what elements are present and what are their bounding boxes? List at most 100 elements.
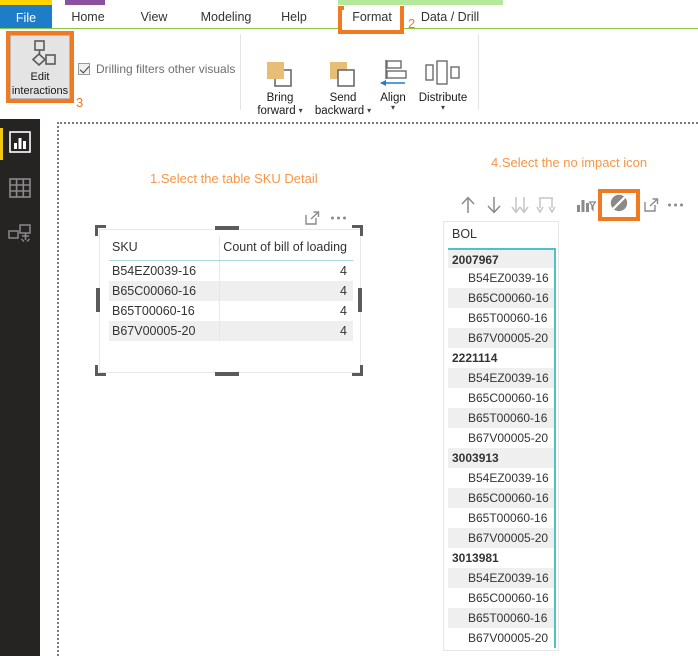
selection-handle-top-right[interactable] xyxy=(352,225,363,236)
filter-chart-icon[interactable] xyxy=(573,192,599,218)
send-backward-label-line2: backward xyxy=(314,105,365,117)
tab-help[interactable]: Help xyxy=(273,5,315,29)
tab-format[interactable]: Format xyxy=(344,5,400,29)
more-options-icon[interactable] xyxy=(667,202,684,208)
expand-all-down-icon[interactable] xyxy=(507,192,533,218)
send-backward-label-line1: Send xyxy=(329,92,357,104)
bol-child-row[interactable]: B65C00060-16 xyxy=(448,288,556,308)
ribbon-body: Edit interactions 3 Drilling filters oth… xyxy=(0,29,698,145)
bring-forward-icon xyxy=(264,57,296,91)
bol-child-row[interactable]: B65T00060-16 xyxy=(448,408,556,428)
table-header-row: SKU Count of bill of loading xyxy=(109,236,353,261)
focus-mode-icon[interactable] xyxy=(305,211,320,225)
selection-handle-middle-right[interactable] xyxy=(358,288,362,312)
distribute-icon xyxy=(423,57,463,91)
tab-file[interactable]: File xyxy=(0,5,52,30)
tab-modeling[interactable]: Modeling xyxy=(193,5,259,29)
drilling-filters-checkbox[interactable] xyxy=(78,63,90,75)
bol-child-row[interactable]: B65C00060-16 xyxy=(448,588,556,608)
edit-interactions-button[interactable]: Edit interactions xyxy=(10,35,70,99)
bol-group-row[interactable]: 3013981 xyxy=(448,548,556,568)
annotation-step-4: 4.Select the no impact icon xyxy=(491,155,648,170)
cell-count: 4 xyxy=(219,260,353,281)
tab-view[interactable]: View xyxy=(133,5,175,29)
bol-matrix-rows: 2007967 B54EZ0039-16 B65C00060-16 B65T00060… xyxy=(448,248,556,648)
column-header-sku[interactable]: SKU xyxy=(109,236,220,261)
power-bi-window: File Home View Modeling Help Format Data… xyxy=(0,0,698,656)
selection-handle-bottom-left[interactable] xyxy=(95,365,106,376)
selection-handle-top-center[interactable] xyxy=(215,226,239,230)
cell-sku: B65T00060-16 xyxy=(112,304,195,318)
bring-forward-label-line2: forward xyxy=(257,105,296,117)
selection-handle-bottom-right[interactable] xyxy=(352,365,363,376)
drill-down-icon[interactable] xyxy=(481,192,507,218)
more-options-icon[interactable] xyxy=(330,215,347,221)
drilling-filters-label: Drilling filters other visuals xyxy=(96,62,236,76)
bring-forward-chevron-down-icon[interactable]: ▾ xyxy=(299,107,303,115)
no-impact-highlight-box xyxy=(598,189,640,221)
selection-handle-bottom-center[interactable] xyxy=(215,372,239,376)
column-header-count[interactable]: Count of bill of loading xyxy=(219,236,353,261)
focus-mode-icon[interactable] xyxy=(644,198,659,212)
send-backward-icon xyxy=(327,57,359,91)
bol-child-row[interactable]: B65C00060-16 xyxy=(448,388,556,408)
edit-interactions-label-line2: interactions xyxy=(11,85,69,97)
drill-up-icon[interactable] xyxy=(455,192,481,218)
bol-child-row[interactable]: B65T00060-16 xyxy=(448,308,556,328)
bol-child-row[interactable]: B67V00005-20 xyxy=(448,428,556,448)
cell-sku: B65C00060-16 xyxy=(109,281,220,301)
bol-child-row[interactable]: B67V00005-20 xyxy=(448,628,556,648)
bring-forward-label-line1: Bring xyxy=(266,92,294,104)
bol-child-row[interactable]: B54EZ0039-16 xyxy=(448,468,556,488)
ribbon-separator-1 xyxy=(240,34,241,110)
bol-child-row[interactable]: B65T00060-16 xyxy=(448,608,556,628)
table-row[interactable]: B67V00005-20 4 xyxy=(109,321,353,341)
model-relationship-icon xyxy=(8,223,32,250)
report-bar-chart-icon xyxy=(9,130,31,158)
cell-count: 4 xyxy=(219,301,353,321)
distribute-button[interactable]: Distribute ▾ xyxy=(412,57,474,112)
send-backward-chevron-down-icon[interactable]: ▾ xyxy=(367,107,371,115)
edit-interactions-label-line1: Edit xyxy=(30,71,50,83)
bol-child-row[interactable]: B65T00060-16 xyxy=(448,508,556,528)
table-row[interactable]: B65T00060-16 4 xyxy=(109,301,353,321)
bol-child-row[interactable]: B67V00005-20 xyxy=(448,528,556,548)
annotation-number-3: 3 xyxy=(76,95,84,110)
send-backward-button[interactable]: Send backward ▾ xyxy=(310,57,376,117)
bol-matrix-visual[interactable]: BOL 2007967 B54EZ0039-16 B65C00060-16 B65T0… xyxy=(443,221,559,651)
ribbon-tab-bar: File Home View Modeling Help Format Data… xyxy=(0,5,698,34)
bol-group-row[interactable]: 3003913 xyxy=(448,448,556,468)
bol-child-row[interactable]: B67V00005-20 xyxy=(448,328,556,348)
bol-child-row[interactable]: B54EZ0039-16 xyxy=(448,268,556,288)
edit-interactions-icon xyxy=(23,40,57,69)
tab-data-drill[interactable]: Data / Drill xyxy=(412,5,488,29)
cell-sku: B54EZ0039-16 xyxy=(112,264,197,278)
sku-detail-table-visual[interactable]: SKU Count of bill of loading B54EZ0039-1… xyxy=(99,229,361,373)
go-to-next-level-icon[interactable] xyxy=(533,192,559,218)
selection-handle-middle-left[interactable] xyxy=(96,288,100,312)
bol-group-row[interactable]: 2221114 xyxy=(448,348,556,368)
bol-column-header[interactable]: BOL xyxy=(452,227,477,241)
cell-sku: B67V00005-20 xyxy=(109,321,220,341)
tab-home[interactable]: Home xyxy=(62,5,114,29)
left-navigation-rail xyxy=(0,119,40,656)
nav-item-data-view[interactable] xyxy=(7,177,33,203)
drilling-filters-checkbox-row[interactable]: Drilling filters other visuals xyxy=(78,62,235,76)
selection-handle-top-left[interactable] xyxy=(95,225,106,236)
bol-visual-toolbar-right xyxy=(644,192,698,218)
distribute-chevron-down-icon[interactable]: ▾ xyxy=(441,104,445,112)
bol-child-row[interactable]: B54EZ0039-16 xyxy=(448,568,556,588)
ribbon-separator-2 xyxy=(478,34,479,110)
annotation-step-1: 1.Select the table SKU Detail xyxy=(150,171,318,186)
align-button[interactable]: Align ▾ xyxy=(372,57,414,112)
bol-child-row[interactable]: B54EZ0039-16 xyxy=(448,368,556,388)
bol-group-row[interactable]: 2007967 xyxy=(448,248,556,268)
bring-forward-button[interactable]: Bring forward ▾ xyxy=(248,57,312,117)
table-row[interactable]: B65C00060-16 4 xyxy=(109,281,353,301)
align-chevron-down-icon[interactable]: ▾ xyxy=(391,104,395,112)
nav-item-model-view[interactable] xyxy=(7,223,33,249)
nav-item-report-view[interactable] xyxy=(0,128,33,160)
bol-child-row[interactable]: B65C00060-16 xyxy=(448,488,556,508)
table-row[interactable]: B54EZ0039-16 4 xyxy=(109,260,353,281)
no-impact-icon[interactable] xyxy=(609,193,629,218)
